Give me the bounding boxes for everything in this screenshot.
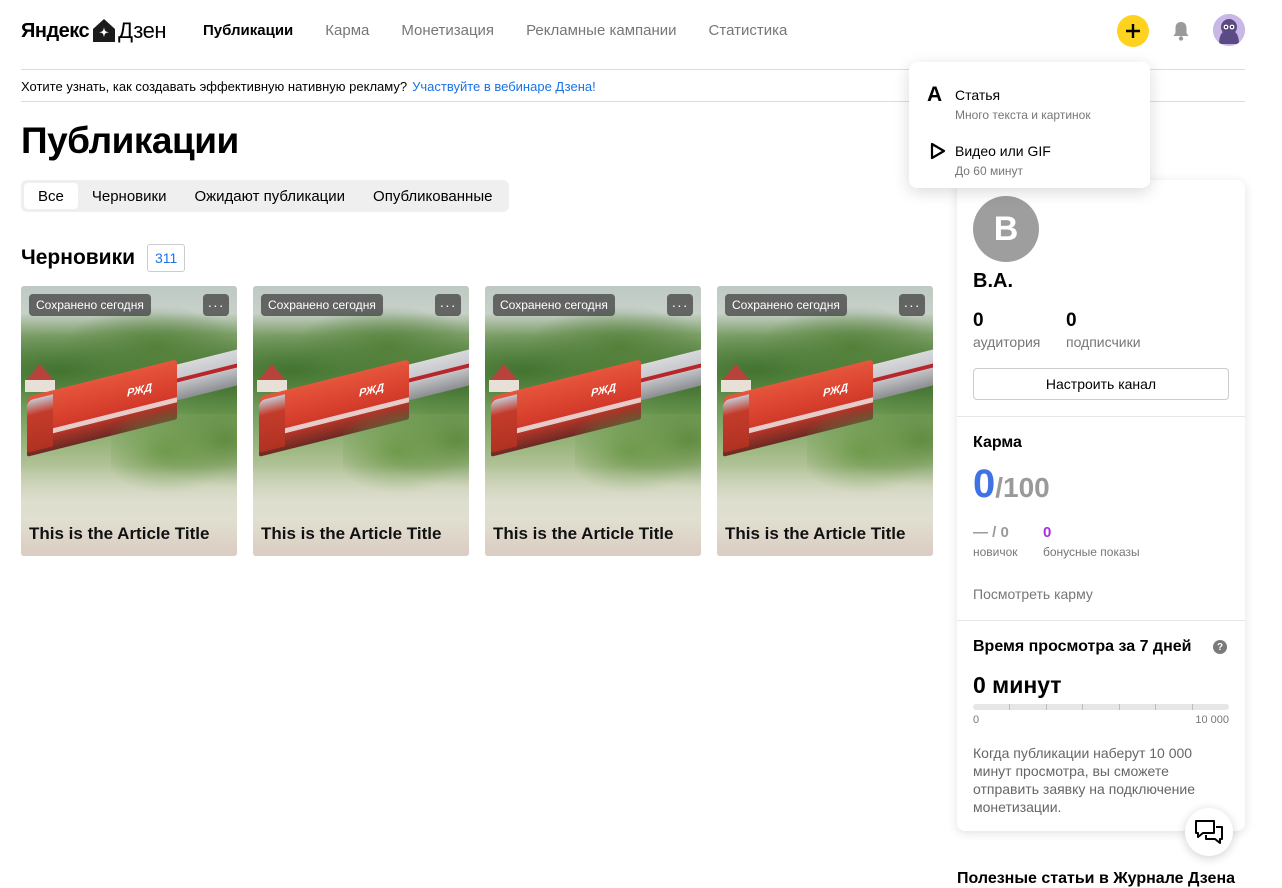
logo-dzen-text: Дзен <box>118 18 167 43</box>
watch-time-progress <box>973 704 1229 710</box>
karma-value: 0 <box>973 462 996 506</box>
help-icon[interactable]: ? <box>1213 640 1227 654</box>
audience-value: 0 <box>973 310 984 331</box>
avatar[interactable] <box>1213 14 1245 46</box>
watch-time-value: 0 минут <box>973 672 1062 698</box>
newbie-value: — / 0 <box>973 524 1009 541</box>
karma-newbie: — / 0 новичок <box>973 524 1018 559</box>
logo[interactable]: Яндекс Дзен <box>21 17 167 45</box>
karma-title: Карма <box>973 434 1022 451</box>
create-video-subtitle: До 60 минут <box>955 164 1024 178</box>
add-publication-button[interactable] <box>1117 15 1149 47</box>
create-video-item[interactable]: Видео или GIF До 60 минут <box>909 126 1150 178</box>
support-chat-button[interactable] <box>1185 808 1233 856</box>
drafts-count-badge[interactable]: 311 <box>147 244 186 272</box>
view-karma-link[interactable]: Посмотреть карму <box>973 586 1093 602</box>
page-title: Публикации <box>21 120 239 161</box>
logo-yandex-text: Яндекс <box>21 19 90 42</box>
audience-stat: 0 аудитория <box>973 310 1040 350</box>
channel-avatar[interactable]: В <box>973 196 1039 262</box>
saved-badge: Сохранено сегодня <box>493 294 615 316</box>
page: Яндекс Дзен Публикации Карма Монетизация… <box>0 0 1282 888</box>
draft-card[interactable]: РЖД Сохранено сегодня ··· This is the Ar… <box>21 286 237 556</box>
channel-panel: В В.А. 0 аудитория 0 подписчики Настроит… <box>957 180 1245 831</box>
create-article-item[interactable]: A Статья Много текста и картинок <box>909 70 1150 123</box>
chat-icon <box>1195 820 1223 844</box>
nav-monetization[interactable]: Монетизация <box>401 22 494 39</box>
banner-link[interactable]: Участвуйте в вебинаре Дзена! <box>412 79 596 94</box>
publication-tabs: Все Черновики Ожидают публикации Опублик… <box>21 180 510 212</box>
banner-text: Хотите узнать, как создавать эффективную… <box>21 78 408 94</box>
more-options-icon[interactable]: ··· <box>203 294 229 316</box>
create-menu: A Статья Много текста и картинок Видео и… <box>909 62 1150 188</box>
tab-scheduled[interactable]: Ожидают публикации <box>180 183 359 209</box>
karma-max: /100 <box>995 472 1050 503</box>
article-icon: A <box>927 83 943 106</box>
more-options-icon[interactable]: ··· <box>899 294 925 316</box>
subscribers-label: подписчики <box>1066 334 1141 350</box>
tab-all[interactable]: Все <box>24 183 78 209</box>
tab-drafts[interactable]: Черновики <box>78 183 181 209</box>
plus-icon <box>1126 24 1140 38</box>
bell-icon[interactable] <box>1171 20 1191 42</box>
play-icon <box>930 142 946 160</box>
create-video-title: Видео или GIF <box>955 143 1051 159</box>
zen-house-icon <box>93 19 116 42</box>
progress-max-label: 10 000 <box>1195 714 1229 726</box>
divider <box>957 416 1245 417</box>
nav-ad-campaigns[interactable]: Рекламные кампании <box>526 22 676 39</box>
divider <box>957 620 1245 621</box>
subscribers-stat: 0 подписчики <box>1066 310 1141 350</box>
draft-card[interactable]: РЖД Сохранено сегодня ··· This is the Ar… <box>717 286 933 556</box>
more-options-icon[interactable]: ··· <box>435 294 461 316</box>
create-article-title: Статья <box>955 87 1001 103</box>
watch-time-title: Время просмотра за 7 дней <box>973 638 1192 655</box>
karma-score: 0/100 <box>973 462 1050 507</box>
saved-badge: Сохранено сегодня <box>261 294 383 316</box>
card-title: This is the Article Title <box>261 524 442 543</box>
draft-card[interactable]: РЖД Сохранено сегодня ··· This is the Ar… <box>253 286 469 556</box>
nav-publications[interactable]: Публикации <box>203 22 293 39</box>
progress-min-label: 0 <box>973 714 980 726</box>
saved-badge: Сохранено сегодня <box>725 294 847 316</box>
bonus-label: бонусные показы <box>1043 545 1140 559</box>
drafts-section-title: Черновики <box>21 246 136 269</box>
bonus-value: 0 <box>1043 524 1052 541</box>
draft-card[interactable]: РЖД Сохранено сегодня ··· This is the Ar… <box>485 286 701 556</box>
card-title: This is the Article Title <box>493 524 674 543</box>
setup-channel-button[interactable]: Настроить канал <box>973 368 1229 400</box>
main-nav: Публикации Карма Монетизация Рекламные к… <box>203 22 787 39</box>
profile-avatar-icon <box>1213 14 1245 46</box>
newbie-label: новичок <box>973 545 1018 559</box>
saved-badge: Сохранено сегодня <box>29 294 151 316</box>
audience-label: аудитория <box>973 334 1041 350</box>
nav-statistics[interactable]: Статистика <box>709 22 788 39</box>
useful-articles-title: Полезные статьи в Журнале Дзена <box>957 870 1235 887</box>
tab-published[interactable]: Опубликованные <box>359 183 506 209</box>
top-header: Яндекс Дзен Публикации Карма Монетизация… <box>21 0 1245 70</box>
karma-bonus: 0 бонусные показы <box>1043 524 1140 559</box>
watch-time-description: Когда публикации наберут 10 000 минут пр… <box>973 745 1195 815</box>
more-options-icon[interactable]: ··· <box>667 294 693 316</box>
card-title: This is the Article Title <box>725 524 906 543</box>
nav-karma[interactable]: Карма <box>325 22 369 39</box>
create-article-subtitle: Много текста и картинок <box>955 108 1091 122</box>
channel-name: В.А. <box>973 270 1013 292</box>
subscribers-value: 0 <box>1066 310 1077 331</box>
card-title: This is the Article Title <box>29 524 210 543</box>
